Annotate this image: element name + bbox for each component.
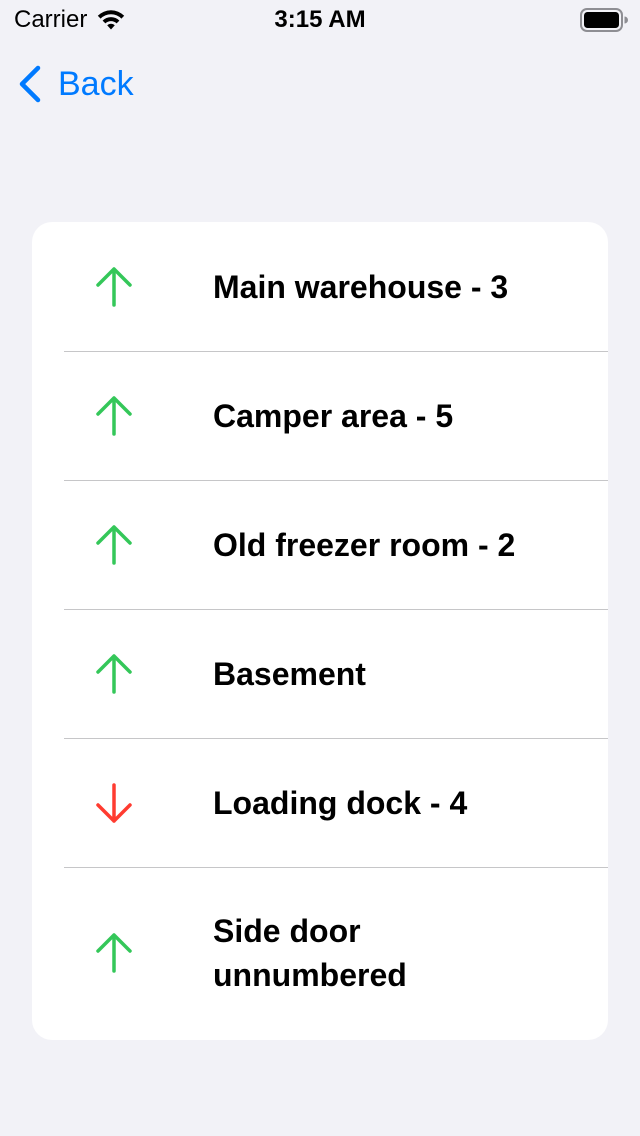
arrow-up-icon [96, 653, 132, 694]
list-item-label: Basement [213, 655, 366, 692]
list-item[interactable]: Basement [32, 609, 608, 738]
back-label: Back [58, 65, 134, 103]
list-item-label: Main warehouse - 3 [213, 268, 509, 305]
list-item[interactable]: Main warehouse - 3 [32, 222, 608, 351]
list-item-label: Camper area - 5 [213, 397, 454, 434]
locations-list: Main warehouse - 3 Camper area - 5 Old f… [32, 222, 608, 1040]
list-item[interactable]: Camper area - 5 [32, 351, 608, 480]
list-item[interactable]: Loading dock - 4 [32, 738, 608, 867]
status-bar: Carrier 3:15 AM [0, 0, 640, 40]
arrow-up-icon [96, 266, 132, 307]
navigation-bar: Back [0, 56, 640, 116]
arrow-up-icon [96, 395, 132, 436]
arrow-up-icon [96, 933, 132, 973]
list-item[interactable]: Old freezer room - 2 [32, 480, 608, 609]
battery-icon [580, 8, 628, 32]
arrow-down-icon [96, 782, 132, 823]
status-time: 3:15 AM [274, 6, 366, 33]
list-item-label: Old freezer room - 2 [213, 526, 516, 563]
list-item[interactable]: Side door unnumbered [32, 867, 608, 1039]
chevron-left-icon [19, 65, 41, 103]
list-item-label: Loading dock - 4 [213, 784, 468, 821]
arrow-up-icon [96, 524, 132, 565]
list-item-label: Side door unnumbered [213, 913, 407, 993]
back-button[interactable]: Back [16, 64, 134, 104]
